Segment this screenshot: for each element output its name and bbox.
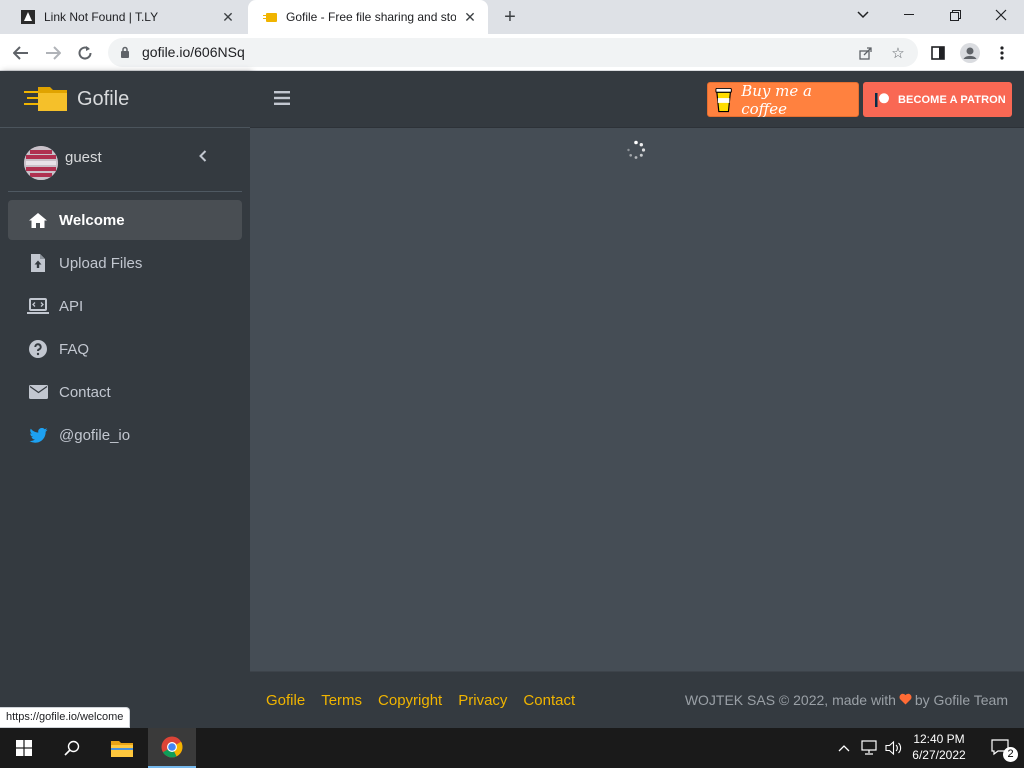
clock-date: 6/27/2022 [912, 748, 966, 762]
loading-spinner-icon [627, 140, 646, 159]
side-panel-icon[interactable] [925, 40, 951, 66]
profile-avatar-icon[interactable] [957, 40, 983, 66]
bmc-label: Buy me a coffee [741, 81, 812, 118]
file-upload-icon [27, 253, 49, 273]
footer-link-copyright[interactable]: Copyright [378, 692, 442, 709]
username[interactable]: guest [65, 149, 102, 166]
footer-link-gofile[interactable]: Gofile [266, 692, 305, 709]
chrome-taskbar-icon[interactable] [148, 728, 196, 768]
notifications-button[interactable]: 2 [980, 728, 1024, 768]
back-button[interactable] [8, 40, 34, 66]
gofile-favicon-icon [262, 9, 278, 25]
top-navbar: Buy me a coffee BECOME A PATRON [250, 71, 1024, 128]
lock-icon [121, 46, 129, 58]
sidebar-item-label: API [59, 297, 84, 315]
envelope-icon [27, 382, 49, 402]
sidebar-divider [8, 191, 242, 192]
sidebar-item-welcome[interactable]: Welcome [8, 200, 242, 240]
tab-gofile[interactable]: Gofile - Free file sharing and stor ✕ [248, 0, 488, 34]
sidebar-item-label: @gofile_io [59, 426, 131, 444]
collapse-chevron-left-icon[interactable] [196, 146, 210, 167]
sidebar-item-label: Welcome [59, 211, 125, 229]
sidebar: Gofile guest Welcome Upload Files API FA… [0, 71, 250, 728]
brand-name: Gofile [77, 88, 130, 110]
laptop-code-icon [27, 296, 49, 316]
sidebar-nav: Welcome Upload Files API FAQ Contact @go… [8, 200, 242, 458]
user-panel: guest [0, 128, 250, 192]
gofile-logo-icon [24, 87, 67, 111]
main-content [250, 128, 1024, 671]
address-bar[interactable]: gofile.io/606NSq ☆ [108, 38, 918, 67]
new-tab-button[interactable]: + [498, 5, 522, 29]
reload-button[interactable] [72, 40, 98, 66]
browser-menu-icon[interactable] [989, 40, 1015, 66]
sidebar-item-api[interactable]: API [8, 286, 242, 326]
sidebar-item-label: FAQ [59, 340, 90, 358]
sidebar-item-label: Upload Files [59, 254, 143, 272]
patreon-icon [875, 92, 889, 107]
footer: Gofile Terms Copyright Privacy Contact W… [250, 671, 1024, 728]
status-bar-url: https://gofile.io/welcome [0, 707, 131, 728]
home-icon [27, 210, 49, 230]
tab-strip: Link Not Found | T.LY ✕ Gofile - Free fi… [0, 0, 1024, 34]
network-icon[interactable] [861, 728, 879, 768]
question-circle-icon [27, 339, 49, 359]
credit-prefix: WOJTEK SAS © 2022, made with [684, 692, 896, 708]
become-a-patron-button[interactable]: BECOME A PATRON [863, 82, 1012, 117]
share-icon[interactable] [856, 43, 876, 63]
windows-taskbar: 12:40 PM 6/27/2022 2 [0, 728, 1024, 768]
brand-link[interactable]: Gofile [0, 71, 250, 128]
tly-favicon-icon [20, 9, 36, 25]
footer-link-terms[interactable]: Terms [321, 692, 362, 709]
url-text: gofile.io/606NSq [142, 44, 245, 60]
clock-time: 12:40 PM [913, 732, 965, 746]
browser-toolbar: gofile.io/606NSq ☆ [0, 34, 1024, 71]
footer-links: Gofile Terms Copyright Privacy Contact [266, 692, 591, 709]
minimize-button[interactable] [886, 0, 932, 30]
close-window-button[interactable] [978, 0, 1024, 30]
footer-link-contact[interactable]: Contact [523, 692, 575, 709]
sidebar-item-twitter[interactable]: @gofile_io [8, 415, 242, 455]
tray-chevron-up-icon[interactable] [838, 728, 850, 768]
avatar[interactable] [24, 146, 58, 180]
footer-credit: WOJTEK SAS © 2022, made with by Gofile T… [685, 692, 1008, 708]
windows-start-icon[interactable] [0, 728, 48, 768]
search-icon[interactable] [48, 728, 96, 768]
credit-suffix: by Gofile Team [914, 692, 1008, 708]
sidebar-item-faq[interactable]: FAQ [8, 329, 242, 369]
footer-link-privacy[interactable]: Privacy [458, 692, 507, 709]
tab-title: Link Not Found | T.LY [44, 10, 159, 24]
sidebar-item-contact[interactable]: Contact [8, 372, 242, 412]
patron-label: BECOME A PATRON [898, 93, 1006, 106]
tab-tly[interactable]: Link Not Found | T.LY ✕ [8, 0, 246, 34]
sidebar-item-label: Contact [59, 383, 111, 401]
hamburger-menu-icon[interactable] [274, 91, 290, 107]
sidebar-item-upload-files[interactable]: Upload Files [8, 243, 242, 283]
tab-title: Gofile - Free file sharing and stor [286, 10, 456, 24]
buy-me-a-coffee-button[interactable]: Buy me a coffee [707, 81, 859, 118]
close-tab-icon[interactable]: ✕ [462, 9, 478, 25]
restore-button[interactable] [932, 0, 978, 30]
tab-search-chevron-icon[interactable] [840, 0, 886, 30]
close-tab-icon[interactable]: ✕ [220, 9, 236, 25]
bookmark-star-icon[interactable]: ☆ [888, 43, 908, 63]
forward-button[interactable] [40, 40, 66, 66]
heart-icon [899, 692, 912, 708]
system-clock[interactable]: 12:40 PM 6/27/2022 [900, 731, 978, 763]
file-explorer-icon[interactable] [98, 728, 146, 768]
gofile-app: Gofile guest Welcome Upload Files API FA… [0, 71, 1024, 728]
coffee-cup-icon [715, 87, 732, 112]
notification-count-badge: 2 [1003, 747, 1018, 762]
twitter-icon [27, 425, 49, 445]
